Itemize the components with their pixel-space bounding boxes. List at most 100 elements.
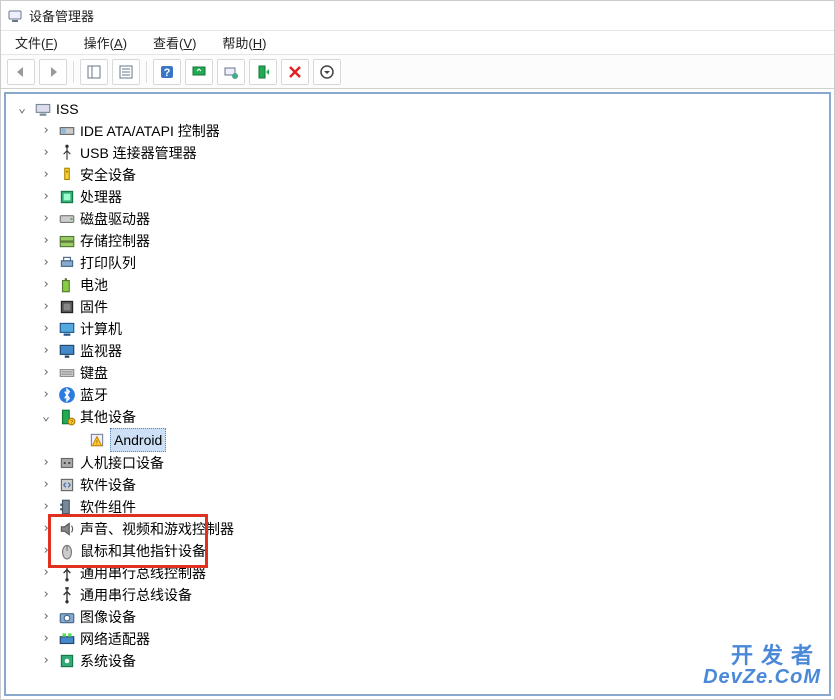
toolbar-separator xyxy=(146,61,147,83)
hid-icon xyxy=(58,454,76,472)
network-icon xyxy=(58,630,76,648)
node-label: 软件设备 xyxy=(80,474,136,496)
tree-node-swcomp[interactable]: ›软件组件 xyxy=(8,496,829,518)
tree-node-hid[interactable]: ›人机接口设备 xyxy=(8,452,829,474)
menu-help[interactable]: 帮助(H) xyxy=(218,31,270,54)
toolbar-properties[interactable] xyxy=(112,59,140,85)
expand-icon[interactable]: › xyxy=(38,208,54,230)
node-label: 安全设备 xyxy=(80,164,136,186)
tree-node-usb-conn[interactable]: › USB 连接器管理器 xyxy=(8,142,829,164)
tree-root[interactable]: ⌄ ISS xyxy=(8,98,829,120)
expand-icon[interactable]: › xyxy=(38,540,54,562)
cpu-icon xyxy=(58,188,76,206)
node-label: 打印队列 xyxy=(80,252,136,274)
printer-icon xyxy=(58,254,76,272)
expand-icon[interactable]: › xyxy=(38,628,54,650)
node-label: 图像设备 xyxy=(80,606,136,628)
expand-icon[interactable]: ⌄ xyxy=(14,98,30,120)
tree-node-bluetooth[interactable]: › 蓝牙 xyxy=(8,384,829,406)
expand-icon[interactable]: › xyxy=(38,120,54,142)
tree-node-storage[interactable]: ›存储控制器 xyxy=(8,230,829,252)
tree-node-computer[interactable]: › 计算机 xyxy=(8,318,829,340)
device-tree[interactable]: ⌄ ISS › IDE ATA/ATAPI 控制器 › USB 连接器管理器 › 安全设备… xyxy=(4,92,831,696)
tree-node-battery[interactable]: ›电池 xyxy=(8,274,829,296)
expand-icon[interactable]: › xyxy=(38,362,54,384)
tree-node-ide[interactable]: › IDE ATA/ATAPI 控制器 xyxy=(8,120,829,142)
toolbar-uninstall[interactable] xyxy=(281,59,309,85)
expand-icon[interactable]: › xyxy=(38,274,54,296)
expand-icon[interactable]: › xyxy=(38,296,54,318)
node-label: 蓝牙 xyxy=(80,384,108,406)
node-label: IDE ATA/ATAPI 控制器 xyxy=(80,120,220,142)
watermark: 开发者 DevZe.CoM xyxy=(703,644,821,688)
expand-icon[interactable]: › xyxy=(38,252,54,274)
expand-icon[interactable]: › xyxy=(38,340,54,362)
tree-node-other[interactable]: ⌄? 其他设备 xyxy=(8,406,829,428)
toolbar-back[interactable] xyxy=(7,59,35,85)
toolbar-more[interactable] xyxy=(313,59,341,85)
node-label: 鼠标和其他指针设备 xyxy=(80,540,206,562)
tree-node-cpu[interactable]: › 处理器 xyxy=(8,186,829,208)
toolbar-separator xyxy=(73,61,74,83)
bluetooth-icon xyxy=(58,386,76,404)
storage-icon xyxy=(58,232,76,250)
tree-node-security[interactable]: › 安全设备 xyxy=(8,164,829,186)
menu-action[interactable]: 操作(A) xyxy=(80,31,131,54)
node-label: 计算机 xyxy=(80,318,122,340)
expand-icon[interactable]: › xyxy=(38,474,54,496)
node-label: 固件 xyxy=(80,296,108,318)
expand-icon[interactable]: ⌄ xyxy=(38,406,54,428)
node-label: USB 连接器管理器 xyxy=(80,142,197,164)
menu-file[interactable]: 文件(F) xyxy=(11,31,62,54)
tree-node-android[interactable]: !Android xyxy=(8,428,829,452)
tree-node-printq[interactable]: › 打印队列 xyxy=(8,252,829,274)
node-label: 其他设备 xyxy=(80,406,136,428)
swdev-icon xyxy=(58,476,76,494)
toolbar-enable[interactable] xyxy=(217,59,245,85)
tree-node-firmware[interactable]: › 固件 xyxy=(8,296,829,318)
toolbar-help[interactable]: ? xyxy=(153,59,181,85)
expand-icon[interactable]: › xyxy=(38,452,54,474)
expand-icon[interactable]: › xyxy=(38,186,54,208)
expand-icon[interactable]: › xyxy=(38,606,54,628)
usb-icon xyxy=(58,586,76,604)
toolbar-show-hide-tree[interactable] xyxy=(80,59,108,85)
svg-text:?: ? xyxy=(164,67,171,79)
tree-node-keyboard[interactable]: ›键盘 xyxy=(8,362,829,384)
expand-icon[interactable]: › xyxy=(38,584,54,606)
expand-icon[interactable]: › xyxy=(38,518,54,540)
camera-icon xyxy=(58,608,76,626)
expand-icon[interactable]: › xyxy=(38,562,54,584)
menu-view[interactable]: 查看(V) xyxy=(149,31,200,54)
expand-icon[interactable]: › xyxy=(38,650,54,672)
svg-text:?: ? xyxy=(70,420,73,426)
node-label: 通用串行总线设备 xyxy=(80,584,192,606)
expand-icon[interactable]: › xyxy=(38,164,54,186)
warning-icon: ! xyxy=(88,431,106,449)
firmware-icon xyxy=(58,298,76,316)
expand-icon[interactable]: › xyxy=(38,318,54,340)
tree-node-monitor[interactable]: › 监视器 xyxy=(8,340,829,362)
tree-node-sound[interactable]: ›声音、视频和游戏控制器 xyxy=(8,518,829,540)
usb-icon xyxy=(58,564,76,582)
toolbar-update-driver[interactable] xyxy=(249,59,277,85)
tree-node-usbdev[interactable]: › 通用串行总线设备 xyxy=(8,584,829,606)
node-label: 监视器 xyxy=(80,340,122,362)
tree-node-swdev[interactable]: › 软件设备 xyxy=(8,474,829,496)
node-label: 通用串行总线控制器 xyxy=(80,562,206,584)
expand-icon[interactable]: › xyxy=(38,496,54,518)
tree-node-mouse[interactable]: › 鼠标和其他指针设备 xyxy=(8,540,829,562)
tree-node-disk[interactable]: ›磁盘驱动器 xyxy=(8,208,829,230)
system-icon xyxy=(58,652,76,670)
expand-icon[interactable]: › xyxy=(38,230,54,252)
toolbar-forward[interactable] xyxy=(39,59,67,85)
other-icon: ? xyxy=(58,408,76,426)
tree-node-usbctrl[interactable]: › 通用串行总线控制器 xyxy=(8,562,829,584)
toolbar-scan[interactable] xyxy=(185,59,213,85)
node-label: 处理器 xyxy=(80,186,122,208)
expand-icon[interactable]: › xyxy=(38,384,54,406)
node-label: 系统设备 xyxy=(80,650,136,672)
tree-node-imaging[interactable]: › 图像设备 xyxy=(8,606,829,628)
computer-root-icon xyxy=(34,100,52,118)
expand-icon[interactable]: › xyxy=(38,142,54,164)
